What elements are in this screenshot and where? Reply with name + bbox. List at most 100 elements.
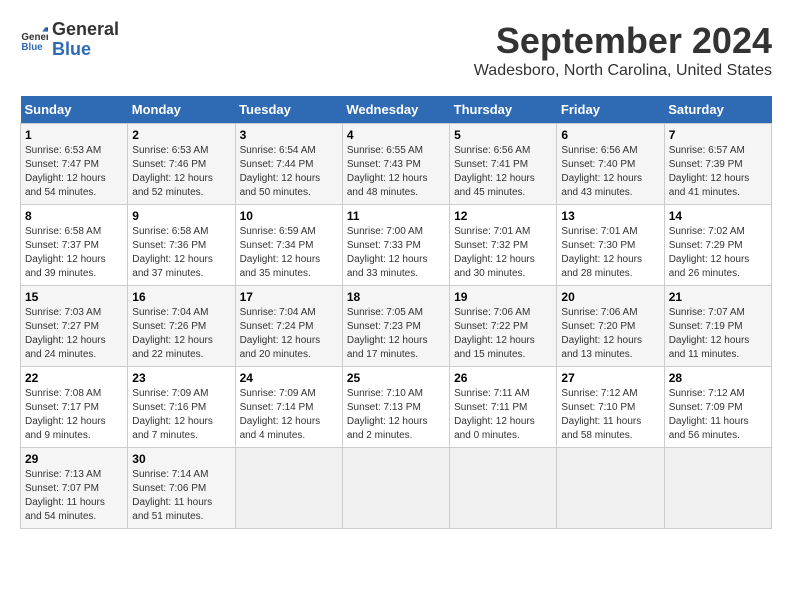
day-number: 25 xyxy=(347,371,445,385)
calendar-cell: 30Sunrise: 7:14 AM Sunset: 7:06 PM Dayli… xyxy=(128,448,235,529)
calendar-subtitle: Wadesboro, North Carolina, United States xyxy=(474,62,772,80)
day-number: 16 xyxy=(132,290,230,304)
calendar-cell: 14 Sunrise: 7:02 AM Sunset: 7:29 PM Dayli… xyxy=(664,205,771,286)
day-info: Sunrise: 7:04 AM Sunset: 7:24 PM Dayligh… xyxy=(240,306,338,362)
calendar-cell: 9Sunrise: 6:58 AM Sunset: 7:36 PM Daylig… xyxy=(128,205,235,286)
calendar-week-row: 15 Sunrise: 7:03 AM Sunset: 7:27 PM Dayli… xyxy=(21,286,772,367)
day-info: Sunrise: 7:13 AM Sunset: 7:07 PM Dayligh… xyxy=(25,468,123,524)
page-header: General Blue GeneralBlue September 2024 … xyxy=(20,20,772,80)
day-number: 15 xyxy=(25,290,123,304)
calendar-cell xyxy=(342,448,449,529)
day-info: Sunrise: 7:01 AM Sunset: 7:30 PM Dayligh… xyxy=(561,225,659,281)
day-number: 2 xyxy=(132,128,230,142)
calendar-cell: 15 Sunrise: 7:03 AM Sunset: 7:27 PM Dayli… xyxy=(21,286,128,367)
calendar-cell xyxy=(450,448,557,529)
day-number: 11 xyxy=(347,209,445,223)
calendar-cell: 21 Sunrise: 7:07 AM Sunset: 7:19 PM Dayli… xyxy=(664,286,771,367)
day-info: Sunrise: 7:00 AM Sunset: 7:33 PM Dayligh… xyxy=(347,225,445,281)
day-number: 10 xyxy=(240,209,338,223)
calendar-cell: 17 Sunrise: 7:04 AM Sunset: 7:24 PM Dayli… xyxy=(235,286,342,367)
day-info: Sunrise: 6:53 AM Sunset: 7:47 PM Dayligh… xyxy=(25,144,123,200)
day-number: 28 xyxy=(669,371,767,385)
svg-text:Blue: Blue xyxy=(21,42,43,53)
calendar-week-row: 8Sunrise: 6:58 AM Sunset: 7:37 PM Daylig… xyxy=(21,205,772,286)
calendar-cell: 22 Sunrise: 7:08 AM Sunset: 7:17 PM Dayli… xyxy=(21,367,128,448)
day-number: 20 xyxy=(561,290,659,304)
day-header-tuesday: Tuesday xyxy=(235,96,342,124)
day-number: 12 xyxy=(454,209,552,223)
calendar-cell: 11 Sunrise: 7:00 AM Sunset: 7:33 PM Dayli… xyxy=(342,205,449,286)
day-number: 5 xyxy=(454,128,552,142)
day-info: Sunrise: 6:53 AM Sunset: 7:46 PM Dayligh… xyxy=(132,144,230,200)
day-info: Sunrise: 7:06 AM Sunset: 7:20 PM Dayligh… xyxy=(561,306,659,362)
day-number: 29 xyxy=(25,452,123,466)
day-number: 24 xyxy=(240,371,338,385)
day-header-wednesday: Wednesday xyxy=(342,96,449,124)
day-info: Sunrise: 6:54 AM Sunset: 7:44 PM Dayligh… xyxy=(240,144,338,200)
day-info: Sunrise: 6:57 AM Sunset: 7:39 PM Dayligh… xyxy=(669,144,767,200)
calendar-cell: 26Sunrise: 7:11 AM Sunset: 7:11 PM Dayli… xyxy=(450,367,557,448)
day-number: 21 xyxy=(669,290,767,304)
day-header-monday: Monday xyxy=(128,96,235,124)
day-info: Sunrise: 7:04 AM Sunset: 7:26 PM Dayligh… xyxy=(132,306,230,362)
day-info: Sunrise: 7:09 AM Sunset: 7:14 PM Dayligh… xyxy=(240,387,338,443)
day-header-sunday: Sunday xyxy=(21,96,128,124)
calendar-cell: 12 Sunrise: 7:01 AM Sunset: 7:32 PM Dayli… xyxy=(450,205,557,286)
day-info: Sunrise: 7:06 AM Sunset: 7:22 PM Dayligh… xyxy=(454,306,552,362)
day-number: 14 xyxy=(669,209,767,223)
calendar-table: SundayMondayTuesdayWednesdayThursdayFrid… xyxy=(20,96,772,529)
day-info: Sunrise: 7:12 AM Sunset: 7:10 PM Dayligh… xyxy=(561,387,659,443)
day-number: 30 xyxy=(132,452,230,466)
calendar-cell: 6Sunrise: 6:56 AM Sunset: 7:40 PM Daylig… xyxy=(557,124,664,205)
day-info: Sunrise: 7:09 AM Sunset: 7:16 PM Dayligh… xyxy=(132,387,230,443)
day-number: 6 xyxy=(561,128,659,142)
logo-text-general: GeneralBlue xyxy=(52,20,119,60)
day-info: Sunrise: 7:05 AM Sunset: 7:23 PM Dayligh… xyxy=(347,306,445,362)
day-number: 3 xyxy=(240,128,338,142)
day-info: Sunrise: 7:01 AM Sunset: 7:32 PM Dayligh… xyxy=(454,225,552,281)
calendar-cell: 5 Sunrise: 6:56 AM Sunset: 7:41 PM Daylig… xyxy=(450,124,557,205)
calendar-week-row: 22 Sunrise: 7:08 AM Sunset: 7:17 PM Dayli… xyxy=(21,367,772,448)
day-info: Sunrise: 6:55 AM Sunset: 7:43 PM Dayligh… xyxy=(347,144,445,200)
calendar-cell: 4Sunrise: 6:55 AM Sunset: 7:43 PM Daylig… xyxy=(342,124,449,205)
day-info: Sunrise: 7:10 AM Sunset: 7:13 PM Dayligh… xyxy=(347,387,445,443)
calendar-cell xyxy=(235,448,342,529)
calendar-cell: 8Sunrise: 6:58 AM Sunset: 7:37 PM Daylig… xyxy=(21,205,128,286)
calendar-cell xyxy=(557,448,664,529)
day-header-thursday: Thursday xyxy=(450,96,557,124)
day-info: Sunrise: 6:58 AM Sunset: 7:37 PM Dayligh… xyxy=(25,225,123,281)
calendar-cell: 1 Sunrise: 6:53 AM Sunset: 7:47 PM Daylig… xyxy=(21,124,128,205)
day-info: Sunrise: 7:07 AM Sunset: 7:19 PM Dayligh… xyxy=(669,306,767,362)
day-header-saturday: Saturday xyxy=(664,96,771,124)
calendar-title: September 2024 xyxy=(474,20,772,62)
calendar-cell: 27Sunrise: 7:12 AM Sunset: 7:10 PM Dayli… xyxy=(557,367,664,448)
day-number: 22 xyxy=(25,371,123,385)
calendar-cell: 2 Sunrise: 6:53 AM Sunset: 7:46 PM Daylig… xyxy=(128,124,235,205)
calendar-cell: 29 Sunrise: 7:13 AM Sunset: 7:07 PM Dayli… xyxy=(21,448,128,529)
day-number: 19 xyxy=(454,290,552,304)
day-header-friday: Friday xyxy=(557,96,664,124)
day-info: Sunrise: 6:56 AM Sunset: 7:41 PM Dayligh… xyxy=(454,144,552,200)
day-number: 17 xyxy=(240,290,338,304)
calendar-cell: 23 Sunrise: 7:09 AM Sunset: 7:16 PM Dayli… xyxy=(128,367,235,448)
calendar-cell: 28 Sunrise: 7:12 AM Sunset: 7:09 PM Dayli… xyxy=(664,367,771,448)
day-info: Sunrise: 7:03 AM Sunset: 7:27 PM Dayligh… xyxy=(25,306,123,362)
day-info: Sunrise: 6:59 AM Sunset: 7:34 PM Dayligh… xyxy=(240,225,338,281)
calendar-cell: 7Sunrise: 6:57 AM Sunset: 7:39 PM Daylig… xyxy=(664,124,771,205)
calendar-cell: 19 Sunrise: 7:06 AM Sunset: 7:22 PM Dayli… xyxy=(450,286,557,367)
calendar-header-row: SundayMondayTuesdayWednesdayThursdayFrid… xyxy=(21,96,772,124)
day-number: 9 xyxy=(132,209,230,223)
calendar-cell: 20 Sunrise: 7:06 AM Sunset: 7:20 PM Dayli… xyxy=(557,286,664,367)
day-number: 23 xyxy=(132,371,230,385)
calendar-cell xyxy=(664,448,771,529)
day-info: Sunrise: 7:02 AM Sunset: 7:29 PM Dayligh… xyxy=(669,225,767,281)
calendar-week-row: 1 Sunrise: 6:53 AM Sunset: 7:47 PM Daylig… xyxy=(21,124,772,205)
day-info: Sunrise: 7:12 AM Sunset: 7:09 PM Dayligh… xyxy=(669,387,767,443)
logo: General Blue GeneralBlue xyxy=(20,20,119,60)
day-info: Sunrise: 7:08 AM Sunset: 7:17 PM Dayligh… xyxy=(25,387,123,443)
title-block: September 2024 Wadesboro, North Carolina… xyxy=(474,20,772,80)
day-number: 18 xyxy=(347,290,445,304)
day-number: 1 xyxy=(25,128,123,142)
day-info: Sunrise: 7:11 AM Sunset: 7:11 PM Dayligh… xyxy=(454,387,552,443)
calendar-cell: 13Sunrise: 7:01 AM Sunset: 7:30 PM Dayli… xyxy=(557,205,664,286)
